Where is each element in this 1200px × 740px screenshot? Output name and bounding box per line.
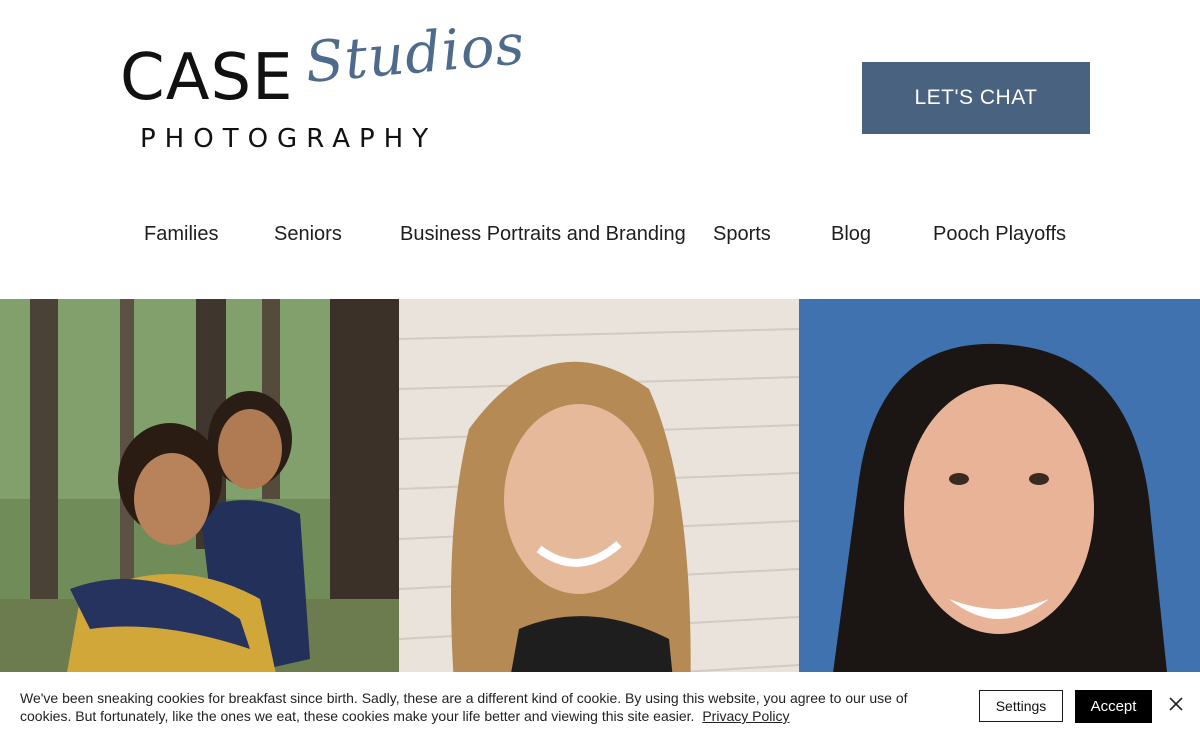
lets-chat-button[interactable]: LET'S CHAT: [862, 62, 1090, 134]
cookie-settings-button[interactable]: Settings: [979, 690, 1063, 722]
logo-case-text: CASE: [120, 41, 294, 115]
logo-studios-script: Studios: [302, 12, 528, 96]
page: CASE Studios PHOTOGRAPHY LET'S CHAT Fami…: [0, 0, 1200, 740]
nav-item-families[interactable]: Families: [144, 218, 218, 250]
privacy-policy-link[interactable]: Privacy Policy: [702, 708, 789, 724]
main-nav: Families Seniors Business Portraits and …: [0, 218, 1200, 250]
cookie-banner: We've been sneaking cookies for breakfas…: [0, 672, 1200, 740]
nav-item-business-portraits[interactable]: Business Portraits and Branding: [400, 218, 686, 250]
nav-item-sports[interactable]: Sports: [713, 218, 771, 250]
cookie-accept-button[interactable]: Accept: [1075, 690, 1152, 723]
nav-item-pooch-playoffs[interactable]: Pooch Playoffs: [933, 218, 1066, 250]
nav-item-seniors[interactable]: Seniors: [274, 218, 342, 250]
logo-photography-text: PHOTOGRAPHY: [140, 124, 438, 154]
cookie-message: We've been sneaking cookies for breakfas…: [20, 689, 940, 725]
site-logo[interactable]: CASE Studios PHOTOGRAPHY: [118, 12, 528, 160]
nav-item-blog[interactable]: Blog: [831, 218, 871, 250]
close-icon[interactable]: [1166, 694, 1186, 714]
